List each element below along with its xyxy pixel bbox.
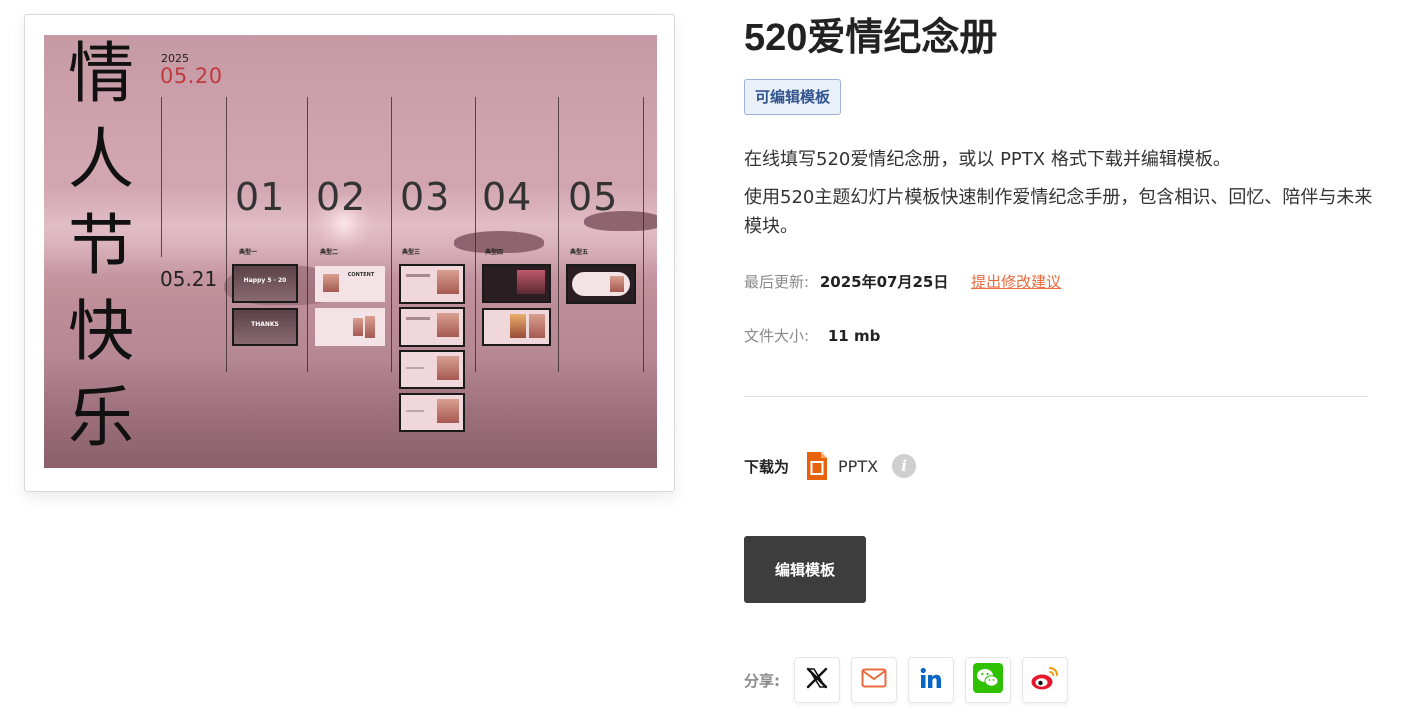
slide-thumbnail: [482, 264, 551, 303]
thumb-label: THANKS: [251, 321, 279, 328]
page-title: 520爱情纪念册: [744, 17, 998, 59]
description-line-1: 在线填写520爱情纪念册，或以 PPTX 格式下载并编辑模板。: [744, 149, 1231, 170]
share-email-button[interactable]: [851, 657, 897, 703]
pptx-file-icon[interactable]: [805, 451, 829, 481]
thumb-photo: [517, 270, 545, 294]
thumb-photo: [510, 314, 526, 338]
column-number: 02: [316, 175, 367, 219]
column-type-label: 典型四: [485, 249, 504, 256]
title-char: 乐: [68, 379, 134, 456]
timeline-line: [226, 97, 227, 372]
file-size-row: 文件大小: 11 mb: [744, 325, 880, 347]
slide-thumbnail: [399, 393, 465, 432]
thumb-text-line: [406, 317, 430, 320]
column-number: 01: [235, 175, 286, 219]
slide-thumbnail: [566, 264, 636, 304]
thumb-text-line: [406, 367, 424, 369]
last-updated-value: 2025年07月25日: [819, 273, 949, 291]
title-char: 人: [68, 121, 134, 198]
thumb-label: Happy 5 · 20: [243, 277, 287, 284]
slide-date-secondary: 05.21: [160, 267, 218, 291]
thumb-photo: [437, 399, 459, 423]
share-row: 分享:: [744, 657, 1079, 703]
timeline-line: [475, 97, 476, 372]
column-type-label: 典型二: [320, 249, 339, 256]
download-label: 下载为: [744, 457, 790, 476]
column-type-label: 典型五: [570, 249, 589, 256]
slide-thumbnail: [482, 308, 551, 346]
last-updated-label: 最后更新:: [744, 273, 810, 291]
timeline-line: [643, 97, 644, 372]
editable-template-badge: 可编辑模板: [744, 79, 842, 115]
email-icon: [861, 668, 887, 692]
thumb-photo: [437, 313, 459, 337]
timeline-line: [307, 97, 308, 372]
title-char: 快: [68, 293, 134, 370]
timeline-line: [391, 97, 392, 372]
file-type-pptx[interactable]: PPTX: [838, 457, 878, 476]
thumb-photo: [610, 276, 624, 292]
thumb-label: CONTENT: [347, 272, 375, 278]
section-divider: [744, 396, 1368, 397]
share-wechat-button[interactable]: [965, 657, 1011, 703]
title-char: 情: [68, 35, 134, 112]
vertical-title: 情 人 节 快 乐: [66, 35, 136, 461]
timeline-line: [161, 97, 162, 257]
column-type-label: 典型一: [239, 249, 258, 256]
thumb-photo: [437, 356, 459, 380]
slide-preview-image: 情 人 节 快 乐 2025 05.20 05.21 01 02 03 04 0…: [44, 35, 657, 468]
timeline-line: [558, 97, 559, 372]
thumb-photo: [353, 318, 363, 336]
share-weibo-button[interactable]: [1022, 657, 1068, 703]
thumb-photo: [437, 270, 459, 294]
file-size-label: 文件大小:: [744, 327, 810, 345]
template-preview-card[interactable]: 情 人 节 快 乐 2025 05.20 05.21 01 02 03 04 0…: [24, 14, 675, 492]
file-size-value: 11 mb: [827, 327, 881, 345]
column-number: 03: [400, 175, 451, 219]
share-x-button[interactable]: [794, 657, 840, 703]
thumb-photo: [529, 314, 545, 338]
wechat-icon: [973, 663, 1003, 697]
slide-thumbnail: [399, 307, 465, 347]
description-line-2: 使用520主题幻灯片模板快速制作爱情纪念手册，包含相识、回忆、陪伴与未来模块。: [744, 187, 1373, 237]
info-icon[interactable]: i: [892, 454, 917, 478]
x-icon: [805, 666, 829, 694]
linkedin-icon: [919, 666, 943, 694]
column-number: 05: [568, 175, 619, 219]
title-char: 节: [68, 207, 134, 284]
thumb-text-line: [406, 410, 424, 412]
slide-date-main: 05.20: [160, 64, 223, 88]
edit-template-button[interactable]: 编辑模板: [744, 536, 866, 603]
last-updated-row: 最后更新: 2025年07月25日 提出修改建议: [744, 271, 1061, 293]
download-row: 下载为 PPTX i: [744, 450, 917, 482]
slide-thumbnail: [399, 350, 465, 389]
thumb-text-line: [406, 274, 430, 277]
slide-thumbnail: [315, 308, 385, 346]
suggest-edit-link[interactable]: 提出修改建议: [971, 273, 1061, 291]
slide-thumbnail: CONTENT: [315, 266, 385, 302]
slide-thumbnail: [399, 264, 465, 304]
slide-thumbnail: THANKS: [232, 308, 298, 346]
thumb-photo: [365, 316, 375, 338]
column-number: 04: [482, 175, 533, 219]
slide-thumbnail: Happy 5 · 20: [232, 264, 298, 303]
weibo-icon: [1030, 665, 1060, 695]
column-type-label: 典型三: [402, 249, 421, 256]
share-linkedin-button[interactable]: [908, 657, 954, 703]
share-label: 分享:: [744, 671, 780, 690]
